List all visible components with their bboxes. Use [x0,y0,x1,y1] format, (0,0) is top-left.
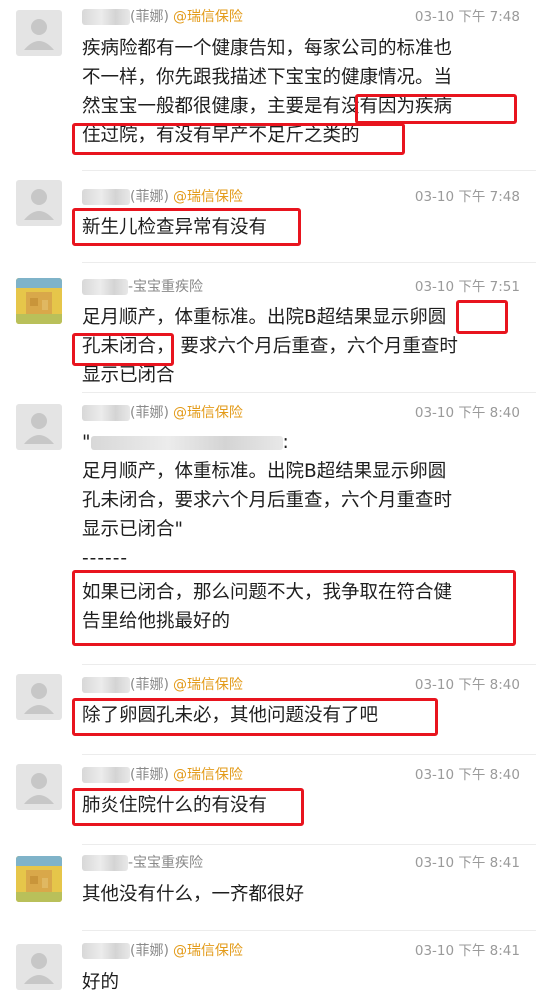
message-meta: (菲娜) @瑞信保险 03-10 下午 8:40 [82,674,520,696]
text-line: 好的 [82,972,120,993]
quoted-message: ": 足月顺产，体重标准。出院B超结果显示卵圆 孔未闭合，要求六个月后重查，六个… [82,428,520,573]
person-silhouette-icon [24,413,54,444]
avatar[interactable] [16,10,62,56]
avatar[interactable] [16,278,62,324]
sender-nick: (菲娜) [130,677,169,693]
sender-tag[interactable]: @瑞信保险 [173,677,243,693]
text-line: 不一样，你先跟我描述下宝宝的健康情况。当 [82,67,453,88]
avatar[interactable] [16,944,62,990]
text-line: 孔未闭合，要求六个月后重查，六个月重查时 [82,490,453,511]
highlight-box [456,300,508,334]
avatar[interactable] [16,180,62,226]
highlight-box [72,698,438,736]
sender-nick: (菲娜) [130,943,169,959]
text-line: 足月顺产，体重标准。出院B超结果显示卵圆 [82,461,447,482]
avatar[interactable] [16,856,62,902]
highlight-box [355,94,517,124]
message-meta: (菲娜) @瑞信保险 03-10 下午 7:48 [82,186,520,208]
timestamp: 03-10 下午 8:40 [414,767,520,783]
highlight-box [72,570,516,646]
timestamp: 03-10 下午 7:51 [414,279,520,295]
person-silhouette-icon [24,683,54,714]
person-silhouette-icon [24,953,54,984]
message-meta: -宝宝重疾险 03-10 下午 8:41 [82,852,520,874]
avatar[interactable] [16,404,62,450]
sender-tag[interactable]: @瑞信保险 [173,9,243,25]
avatar[interactable] [16,674,62,720]
message-meta: (菲娜) @瑞信保险 03-10 下午 8:40 [82,402,520,424]
blurred-username [82,189,130,205]
highlight-box [72,333,174,366]
blurred-username [82,767,130,783]
message-text: 其他没有什么，一齐都很好 [82,880,520,909]
blurred-username [82,943,130,959]
text-line: 其他没有什么，一齐都很好 [82,884,305,905]
timestamp: 03-10 下午 8:40 [414,405,520,421]
blurred-username [82,9,130,25]
timestamp: 03-10 下午 8:41 [414,943,520,959]
message-meta: -宝宝重疾险 03-10 下午 7:51 [82,276,520,298]
timestamp: 03-10 下午 7:48 [414,189,520,205]
sender-nick: -宝宝重疾险 [128,279,204,295]
blurred-username [82,855,128,871]
sender-tag[interactable]: @瑞信保险 [173,943,243,959]
avatar[interactable] [16,764,62,810]
text-line: 足月顺产，体重标准。出院B超结果显示卵圆 [82,307,447,328]
blurred-quote-source [90,436,283,450]
sender-tag[interactable]: @瑞信保险 [173,767,243,783]
blurred-username [82,279,128,295]
sender-nick: (菲娜) [130,9,169,25]
sender-nick: (菲娜) [130,767,169,783]
message-meta: (菲娜) @瑞信保险 03-10 下午 8:40 [82,764,520,786]
quote-divider: ------ [82,548,129,569]
message-meta: (菲娜) @瑞信保险 03-10 下午 7:48 [82,6,520,28]
person-silhouette-icon [24,189,54,220]
blurred-username [82,677,130,693]
text-line: 显示已闭合" [82,519,184,540]
message-meta: (菲娜) @瑞信保险 03-10 下午 8:41 [82,940,520,962]
timestamp: 03-10 下午 8:41 [414,855,520,871]
yellow-cartoon-avatar-icon [16,278,62,324]
timestamp: 03-10 下午 8:40 [414,677,520,693]
sender-nick: (菲娜) [130,405,169,421]
sender-nick: (菲娜) [130,189,169,205]
person-silhouette-icon [24,19,54,50]
sender-tag[interactable]: @瑞信保险 [173,405,243,421]
highlight-box [72,788,304,826]
highlight-box [72,123,405,155]
sender-nick: -宝宝重疾险 [128,855,204,871]
text-line: 疾病险都有一个健康告知，每家公司的标准也 [82,38,453,59]
yellow-cartoon-avatar-icon [16,856,62,902]
highlight-box [72,208,301,246]
quote-header: ": [82,432,289,453]
message-text: 好的 [82,968,520,997]
person-silhouette-icon [24,773,54,804]
sender-tag[interactable]: @瑞信保险 [173,189,243,205]
timestamp: 03-10 下午 7:48 [414,9,520,25]
blurred-username [82,405,130,421]
